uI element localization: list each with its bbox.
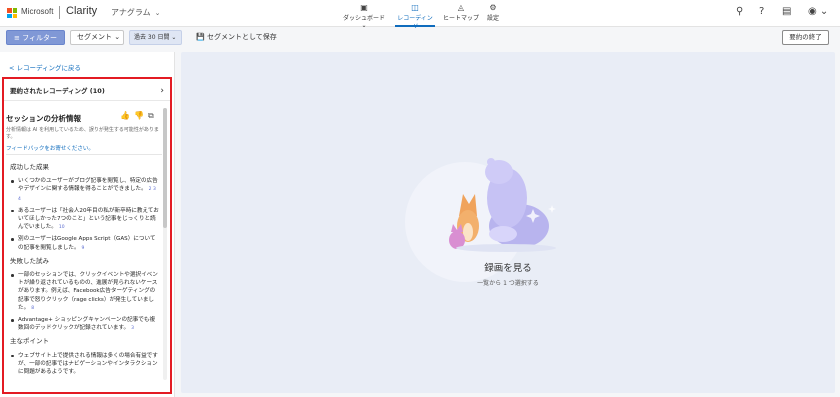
brand-divider	[59, 6, 60, 19]
reference-links[interactable]: 9	[82, 246, 85, 251]
tab-settings[interactable]: ⚙ 設定	[485, 3, 501, 27]
segment-dropdown[interactable]: セグメント ⌄	[70, 30, 124, 45]
key-points-section: 主なポイント ウェブサイト上で提供される情報は多くの場合有益ですが、一部の記事で…	[10, 337, 160, 376]
ai-disclaimer: 分析情報は AI を利用しているため、誤りが発生する可能性があります。	[6, 127, 159, 140]
tab-heatmaps[interactable]: ◬ ヒートマップ	[443, 3, 479, 27]
dashboard-icon: ▣	[360, 3, 368, 12]
brand-name: Microsoft	[21, 7, 54, 16]
failed-section: 失敗した試み 一部のセッションでは、クリックイベントや選択イベントが繰り返されて…	[10, 257, 160, 334]
heatmap-icon: ◬	[457, 3, 465, 12]
tab-heatmaps-label: ヒートマップ	[443, 15, 480, 22]
tab-recordings[interactable]: ◫ レコーディング	[395, 3, 435, 31]
list-item: 一部のセッションでは、クリックイベントや選択イベントが繰り返されているものの、進…	[10, 271, 160, 313]
save-icon: 💾	[196, 33, 205, 41]
tab-dashboard[interactable]: ▣ ダッシュボード ⌄	[342, 3, 386, 29]
summarized-recordings-label: 要約されたレコーディング (10)	[10, 87, 105, 95]
product-name[interactable]: Clarity	[66, 5, 97, 17]
watch-recording-subtitle: 一覧から 1 つ選択する	[477, 280, 539, 287]
animals-illustration	[449, 158, 556, 252]
top-nav-bar: Microsoft Clarity アナグラム ⌄ ▣ ダッシュボード ⌄ ◫ レ…	[0, 0, 840, 31]
key-points-heading: 主なポイント	[10, 337, 49, 346]
save-segment-button[interactable]: 💾 セグメントとして保存	[196, 32, 277, 42]
recording-icon: ◫	[411, 3, 419, 12]
account-icon[interactable]: ◉ ⌄	[808, 6, 828, 17]
chevron-right-icon: ›	[160, 86, 164, 96]
document-icon[interactable]: ▤	[782, 6, 791, 17]
insights-title: セッションの分析情報	[6, 114, 81, 123]
tab-dashboard-label: ダッシュボード ⌄	[342, 15, 385, 29]
summary-sidebar: < レコーディングに戻る 要約されたレコーディング (10) › セッションの分…	[0, 52, 175, 397]
reference-links[interactable]: 8	[31, 306, 34, 311]
success-section: 成功した成果 いくつかのユーザーがブログ記事を閲覧し、特定の広告やデザインに関す…	[10, 163, 160, 253]
insights-content: 成功した成果 いくつかのユーザーがブログ記事を閲覧し、特定の広告やデザインに関す…	[10, 163, 160, 380]
thumbs-up-icon[interactable]: 👍	[120, 111, 134, 120]
reference-links[interactable]: 3	[131, 326, 134, 331]
feedback-link[interactable]: フィードバックをお寄せください。	[6, 144, 94, 152]
gear-icon: ⚙	[489, 3, 497, 12]
list-item: いくつかのユーザーがブログ記事を閲覧し、特定の広告やデザインに関する情報を得るこ…	[10, 177, 160, 204]
project-name: アナグラム	[111, 8, 151, 17]
save-segment-label: セグメントとして保存	[206, 33, 277, 41]
summarized-recordings-row[interactable]: 要約されたレコーディング (10) ›	[4, 82, 170, 101]
project-selector[interactable]: アナグラム ⌄	[111, 7, 160, 18]
watch-recording-title: 録画を見る	[484, 263, 532, 274]
help-icon[interactable]: ?	[759, 6, 764, 17]
microsoft-logo-icon	[7, 8, 17, 18]
list-item: Advantage+ ショッピングキャンペーンの記事でも複数回のデッドクリックが…	[10, 316, 160, 333]
list-item: あるユーザーは「社会人20年目の私が新卒時に教えておいてほしかった7つのこと」と…	[10, 207, 160, 233]
copy-icon[interactable]: ⧉	[148, 111, 158, 120]
chevron-down-icon: ⌄	[154, 9, 161, 17]
back-to-recordings-link[interactable]: < レコーディングに戻る	[9, 62, 81, 72]
recording-viewer: 録画を見る 一覧から 1 つ選択する	[181, 52, 835, 393]
insight-actions: 👍👎⧉	[120, 111, 158, 121]
thumbs-down-icon[interactable]: 👎	[134, 111, 148, 120]
tab-settings-label: 設定	[486, 15, 499, 22]
scrollbar-thumb[interactable]	[163, 108, 167, 228]
share-icon[interactable]: ⚲	[736, 6, 743, 17]
end-summary-button[interactable]: 要約の終了	[782, 30, 829, 45]
filter-bar: ≡ フィルター セグメント ⌄ 過去 30 日間 ⌄ 💾 セグメントとして保存	[0, 28, 840, 48]
filter-button[interactable]: ≡ フィルター	[6, 30, 65, 45]
failed-heading: 失敗した試み	[10, 256, 49, 265]
success-heading: 成功した成果	[10, 163, 49, 171]
divider	[6, 154, 162, 155]
list-item: 別のユーザーはGoogle Apps Script（GAS）についての記事を閲覧…	[10, 235, 160, 252]
list-item: ウェブサイト上で提供される情報は多くの場合有益ですが、一部の記事ではナビゲーショ…	[10, 352, 160, 377]
date-range-dropdown[interactable]: 過去 30 日間 ⌄	[129, 30, 182, 45]
reference-links[interactable]: 10	[59, 225, 65, 230]
